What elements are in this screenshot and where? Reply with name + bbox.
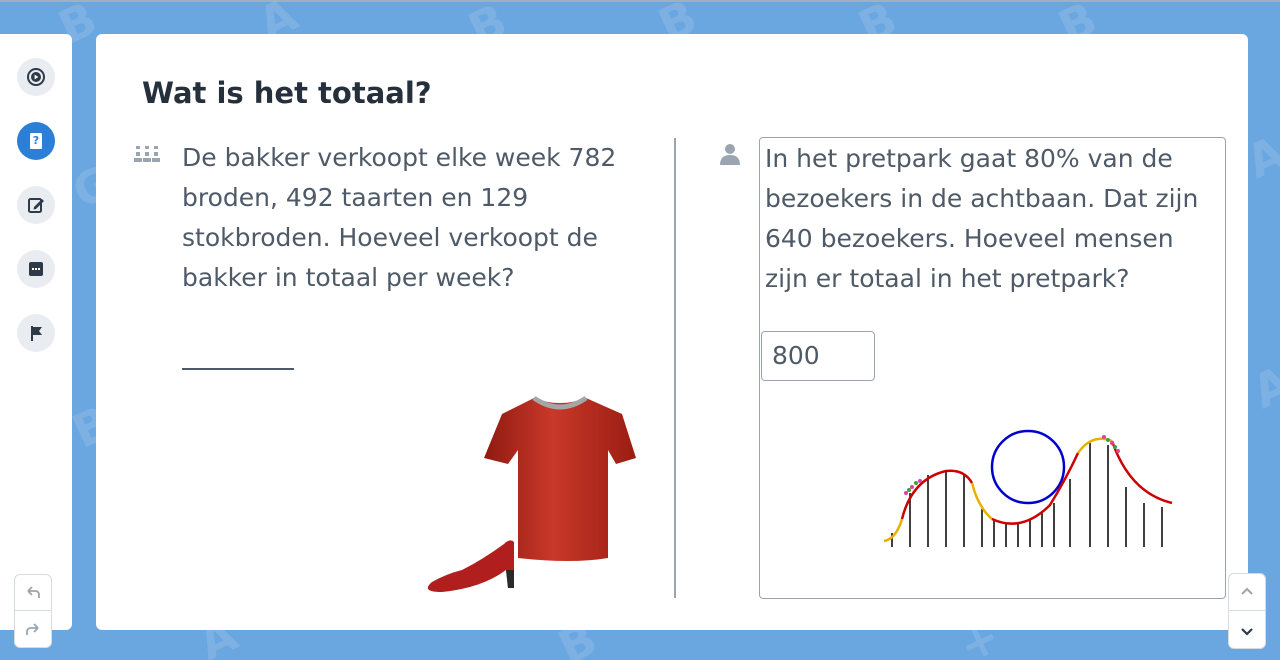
undo-redo-group [14, 574, 52, 648]
chat-button[interactable] [17, 250, 55, 288]
edit-icon [28, 198, 44, 213]
rollercoaster-illustration [882, 423, 1182, 557]
shirt-shoe-illustration [422, 392, 638, 602]
play-circle-icon [27, 68, 45, 86]
group-icon [134, 144, 160, 168]
left-question-text: De bakker verkoopt elke week 782 broden,… [182, 143, 617, 292]
flag-icon [31, 326, 42, 341]
question-book-icon: ? [30, 133, 42, 149]
exercise-button[interactable]: ? [17, 122, 55, 160]
column-divider [674, 138, 676, 598]
chevron-down-icon [1241, 627, 1253, 636]
chat-icon [29, 262, 43, 276]
flag-button[interactable] [17, 314, 55, 352]
person-icon [718, 142, 742, 170]
undo-icon [27, 585, 40, 598]
redo-button[interactable] [15, 612, 51, 648]
scroll-controls [1228, 573, 1266, 649]
right-question-text: In het pretpark gaat 80% van de bezoeker… [765, 144, 1199, 293]
scroll-down-button[interactable] [1229, 612, 1265, 649]
sidebar: ? [0, 34, 72, 648]
edit-button[interactable] [17, 186, 55, 224]
scroll-up-button[interactable] [1229, 574, 1265, 611]
right-question-panel: In het pretpark gaat 80% van de bezoeker… [759, 137, 1226, 599]
right-answer-input[interactable]: 800 [761, 331, 875, 381]
undo-button[interactable] [15, 575, 51, 611]
exercise-title: Wat is het totaal? [142, 76, 432, 110]
svg-text:?: ? [33, 134, 39, 147]
play-button[interactable] [17, 58, 55, 96]
exercise-card: Wat is het totaal? De bakker verkoopt el… [96, 34, 1248, 630]
redo-icon [26, 623, 39, 635]
left-answer-field[interactable] [182, 368, 294, 370]
chevron-up-icon [1241, 587, 1253, 595]
